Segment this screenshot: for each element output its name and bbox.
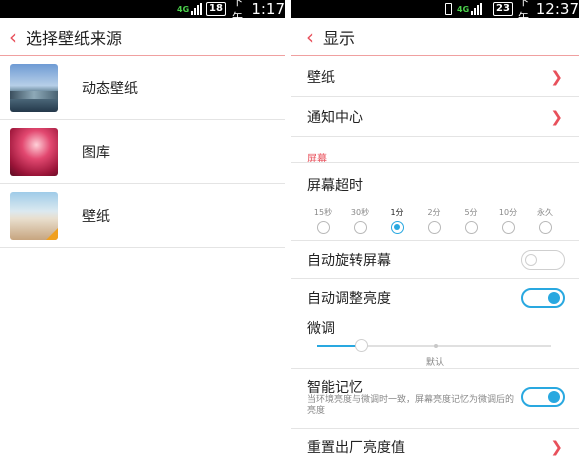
- clock: 下午 12:37: [518, 0, 579, 24]
- wallpaper-source-screen: 4G 18 下午 1:17 ‹ 选择壁纸来源 动态壁纸 图库 壁纸: [0, 0, 285, 458]
- clock: 下午 1:17: [232, 0, 285, 24]
- auto-rotate-toggle[interactable]: [521, 250, 565, 270]
- header: ‹ 显示: [291, 18, 579, 56]
- wallpaper-thumbnail-icon: [10, 191, 58, 240]
- back-icon[interactable]: ‹: [0, 18, 26, 56]
- status-bar: 4G 18 下午 1:17: [0, 0, 285, 24]
- battery-icon: 23: [493, 0, 513, 18]
- page-title: 显示: [323, 28, 356, 48]
- timeout-option[interactable]: 2分: [416, 208, 452, 234]
- smart-memory-description: 当环境亮度与微调时一致，屏幕亮度记忆为微调后的亮度: [307, 395, 515, 416]
- auto-rotate-row: 自动旋转屏幕: [291, 241, 579, 279]
- radio-circle-icon[interactable]: [353, 221, 367, 234]
- source-item-wallpaper[interactable]: 壁纸: [0, 184, 285, 248]
- notification-center-row[interactable]: 通知中心 ❯: [291, 97, 579, 137]
- display-settings-screen: 4G 23 下午 12:37 ‹ 显示 壁纸 ❯ 通知中心 ❯ 屏幕 屏幕超时 1…: [291, 0, 579, 458]
- fine-tune-row: 微调: [291, 317, 579, 339]
- timeout-option[interactable]: 永久: [527, 208, 563, 234]
- timeout-option[interactable]: 1分: [379, 208, 415, 234]
- timeout-option[interactable]: 15秒: [305, 208, 341, 234]
- timeout-option[interactable]: 30秒: [342, 208, 378, 234]
- status-bar: 4G 23 下午 12:37: [291, 0, 579, 24]
- radio-circle-icon[interactable]: [464, 221, 478, 234]
- radio-circle-icon[interactable]: [538, 221, 552, 234]
- battery-level: 23: [493, 2, 513, 16]
- timeout-option-label: 5分: [464, 208, 478, 217]
- signal-icon: 4G: [177, 0, 203, 18]
- smart-memory-toggle[interactable]: [521, 387, 565, 407]
- battery-level: 18: [206, 2, 226, 16]
- source-item-live-wallpaper[interactable]: 动态壁纸: [0, 56, 285, 120]
- timeout-option-label: 30秒: [350, 208, 370, 217]
- signal-icon: 4G: [457, 0, 483, 18]
- smart-memory-label: 智能记忆: [307, 380, 363, 396]
- timeout-option[interactable]: 5分: [453, 208, 489, 234]
- timeout-option-label: 10分: [498, 208, 518, 217]
- radio-circle-icon[interactable]: [390, 221, 404, 234]
- auto-brightness-row: 自动调整亮度: [291, 279, 579, 317]
- timeout-option-label: 永久: [537, 208, 553, 217]
- auto-brightness-toggle[interactable]: [521, 288, 565, 308]
- back-icon[interactable]: ‹: [297, 18, 323, 56]
- reset-brightness-label: 重置出厂亮度值: [307, 440, 405, 456]
- screen-timeout-label: 屏幕超时: [307, 178, 363, 194]
- live-wallpaper-thumbnail-icon: [10, 63, 58, 112]
- auto-rotate-label: 自动旋转屏幕: [307, 252, 391, 269]
- radio-circle-icon[interactable]: [316, 221, 330, 234]
- battery-icon: 18: [206, 0, 226, 18]
- reset-brightness-row[interactable]: 重置出厂亮度值 ❯: [291, 429, 579, 458]
- chevron-right-icon: ❯: [550, 438, 563, 456]
- timeout-option-label: 15秒: [313, 208, 333, 217]
- brightness-slider[interactable]: [317, 339, 551, 352]
- default-label: 默认: [425, 358, 444, 368]
- slider-default-tick: [434, 344, 438, 348]
- timeout-option-label: 2分: [427, 208, 441, 217]
- notification-center-label: 通知中心: [307, 109, 363, 126]
- chevron-right-icon: ❯: [550, 107, 563, 126]
- timeout-option-label: 1分: [390, 208, 404, 217]
- slider-thumb[interactable]: [355, 339, 369, 352]
- chevron-right-icon: ❯: [550, 67, 563, 86]
- radio-circle-icon[interactable]: [427, 221, 441, 234]
- auto-brightness-label: 自动调整亮度: [307, 291, 391, 307]
- fine-tune-label: 微调: [307, 321, 335, 337]
- source-label: 动态壁纸: [82, 80, 138, 97]
- wallpaper-row[interactable]: 壁纸 ❯: [291, 57, 579, 97]
- timeout-option[interactable]: 10分: [490, 208, 526, 234]
- source-label: 图库: [82, 144, 110, 161]
- gallery-thumbnail-icon: [10, 127, 58, 176]
- source-label: 壁纸: [82, 208, 110, 225]
- source-item-gallery[interactable]: 图库: [0, 120, 285, 184]
- page-title: 选择壁纸来源: [26, 28, 123, 48]
- sim-icon: [445, 0, 452, 18]
- wallpaper-label: 壁纸: [307, 69, 335, 86]
- radio-circle-icon[interactable]: [501, 221, 515, 234]
